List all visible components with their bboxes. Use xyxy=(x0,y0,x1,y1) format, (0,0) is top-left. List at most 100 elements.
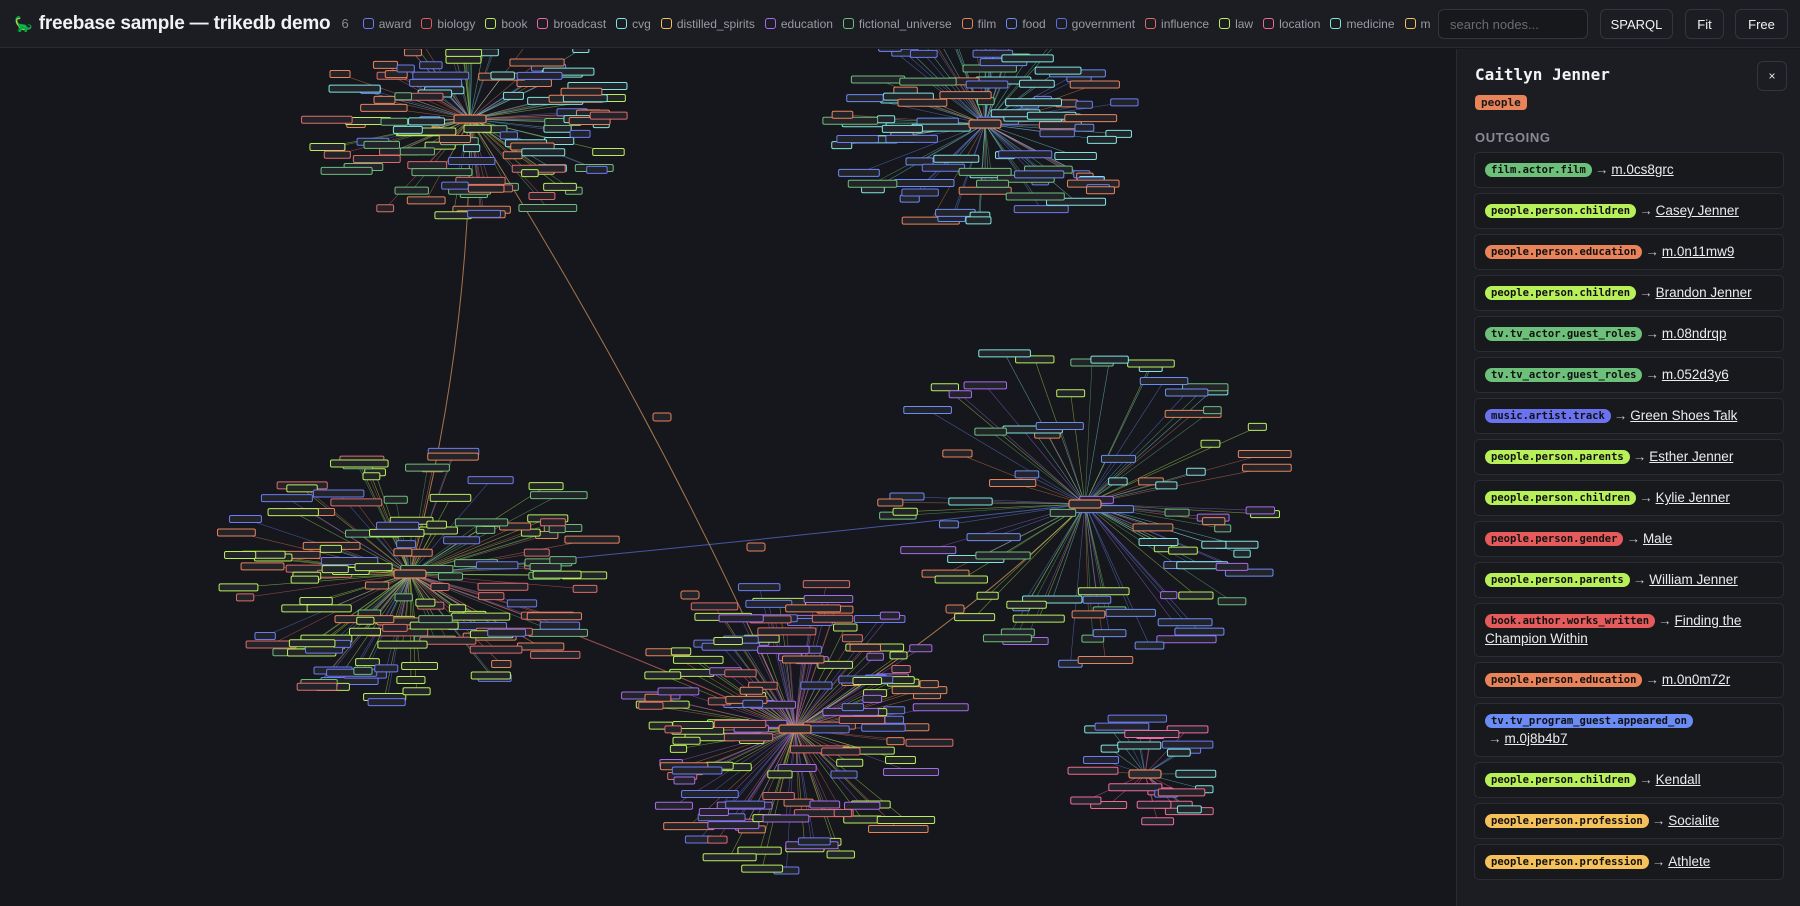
graph-node[interactable] xyxy=(394,92,413,101)
graph-node[interactable] xyxy=(518,204,578,213)
graph-node[interactable] xyxy=(849,643,882,652)
graph-node[interactable] xyxy=(372,60,398,69)
graph-node[interactable] xyxy=(836,758,864,767)
edge-target-link[interactable]: Male xyxy=(1643,531,1672,546)
edge-target-link[interactable]: Kendall xyxy=(1656,772,1701,787)
graph-node[interactable] xyxy=(1138,537,1179,546)
graph-node[interactable] xyxy=(762,814,810,823)
graph-node[interactable] xyxy=(1175,769,1217,778)
graph-node[interactable] xyxy=(1124,729,1180,738)
graph-node[interactable] xyxy=(1200,439,1221,448)
graph-node[interactable] xyxy=(876,815,936,824)
edge-target-link[interactable]: Athlete xyxy=(1668,854,1710,869)
graph-hub[interactable] xyxy=(1128,769,1162,779)
graph-node[interactable] xyxy=(353,666,373,675)
graph-node[interactable] xyxy=(1100,744,1120,753)
graph-node[interactable] xyxy=(502,91,524,100)
legend-chip[interactable]: government xyxy=(1055,17,1135,31)
graph-node[interactable] xyxy=(367,698,406,707)
graph-node[interactable] xyxy=(437,572,464,581)
graph-node[interactable] xyxy=(1014,170,1065,179)
graph-node[interactable] xyxy=(328,84,381,93)
graph-node[interactable] xyxy=(881,124,923,133)
graph-node[interactable] xyxy=(664,725,682,734)
graph-node[interactable] xyxy=(833,809,853,818)
graph-node[interactable] xyxy=(532,570,582,579)
graph-node[interactable] xyxy=(373,95,396,104)
fit-button[interactable]: Fit xyxy=(1685,9,1724,39)
graph-node[interactable] xyxy=(850,75,906,84)
graph-node[interactable] xyxy=(945,604,965,614)
graph-node[interactable] xyxy=(954,613,996,622)
graph-node[interactable] xyxy=(448,604,467,613)
graph-node[interactable] xyxy=(352,155,401,164)
legend-chip[interactable]: mete xyxy=(1404,17,1431,31)
graph-node[interactable] xyxy=(530,650,581,659)
graph-node[interactable] xyxy=(1201,517,1226,526)
graph-node[interactable] xyxy=(529,491,588,500)
graph-node[interactable] xyxy=(426,520,447,529)
legend-chip[interactable]: film xyxy=(961,17,996,31)
graph-node[interactable] xyxy=(939,520,959,529)
graph-node[interactable] xyxy=(882,768,940,777)
graph-node[interactable] xyxy=(1049,508,1077,517)
graph-node[interactable] xyxy=(564,535,620,544)
graph-node[interactable] xyxy=(228,514,262,523)
graph-node[interactable] xyxy=(394,186,429,195)
graph-node[interactable] xyxy=(833,623,858,632)
graph-node[interactable] xyxy=(1067,766,1119,775)
graph-node[interactable] xyxy=(434,211,472,220)
graph-node[interactable] xyxy=(260,494,313,503)
graph-node[interactable] xyxy=(396,540,416,549)
graph-node[interactable] xyxy=(548,525,566,534)
graph-node[interactable] xyxy=(884,715,905,724)
graph-node[interactable] xyxy=(419,636,477,645)
graph-node[interactable] xyxy=(467,184,505,193)
graph-node[interactable] xyxy=(405,463,450,472)
legend-chip[interactable]: distilled_spirits xyxy=(660,17,755,31)
graph-node[interactable] xyxy=(838,168,880,177)
graph-node[interactable] xyxy=(934,575,988,584)
graph-node[interactable] xyxy=(306,604,352,613)
graph-node[interactable] xyxy=(218,583,259,592)
graph-node[interactable] xyxy=(1237,450,1292,459)
graph-node[interactable] xyxy=(1168,546,1198,555)
graph-node[interactable] xyxy=(394,593,413,602)
graph-node[interactable] xyxy=(475,561,519,570)
graph-node[interactable] xyxy=(528,628,589,637)
graph-node[interactable] xyxy=(1164,508,1190,517)
graph-node[interactable] xyxy=(900,546,957,555)
graph-node[interactable] xyxy=(966,533,1021,542)
graph-node[interactable] xyxy=(369,528,425,537)
graph-node[interactable] xyxy=(901,188,939,197)
graph-node[interactable] xyxy=(680,590,700,600)
graph-node[interactable] xyxy=(843,801,881,810)
graph-node[interactable] xyxy=(539,621,581,630)
graph-node[interactable] xyxy=(409,621,459,630)
graph-node[interactable] xyxy=(396,676,426,685)
graph-node[interactable] xyxy=(415,598,436,607)
graph-node[interactable] xyxy=(543,182,577,191)
graph-node[interactable] xyxy=(470,671,511,680)
graph-node[interactable] xyxy=(919,680,939,689)
graph-node[interactable] xyxy=(912,703,969,712)
legend-chip[interactable]: cvg xyxy=(616,17,651,31)
graph-node[interactable] xyxy=(1056,389,1086,398)
graph-node[interactable] xyxy=(1160,591,1178,600)
graph-node[interactable] xyxy=(491,660,512,669)
graph-node[interactable] xyxy=(975,551,1031,560)
edge-target-link[interactable]: Casey Jenner xyxy=(1656,203,1739,218)
graph-node[interactable] xyxy=(396,64,415,73)
graph-node[interactable] xyxy=(681,790,739,799)
graph-node[interactable] xyxy=(811,614,854,623)
graph-node[interactable] xyxy=(454,518,509,527)
graph-node[interactable] xyxy=(723,733,774,742)
graph-node[interactable] xyxy=(976,591,999,600)
graph-node[interactable] xyxy=(323,150,351,159)
graph-node[interactable] xyxy=(1005,98,1063,107)
graph-node[interactable] xyxy=(478,592,505,601)
graph-node[interactable] xyxy=(1064,114,1118,123)
graph-node[interactable] xyxy=(713,636,743,645)
graph-node[interactable] xyxy=(821,747,861,756)
graph-node[interactable] xyxy=(976,179,1010,188)
